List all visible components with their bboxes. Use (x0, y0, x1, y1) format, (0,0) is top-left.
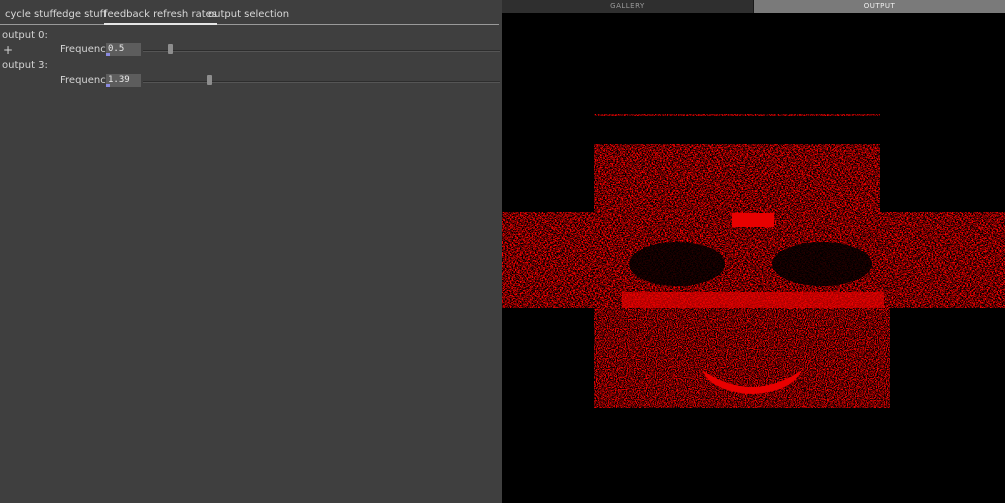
control-panel: cycle stuff edge stuff feedback refresh … (0, 0, 502, 503)
tab-output-selection[interactable]: output selection (208, 9, 289, 23)
image-eye-right (772, 242, 872, 286)
image-brow-highlight (732, 213, 774, 227)
image-eye-left (629, 242, 725, 286)
input-corner-icon (106, 84, 110, 87)
image-upper-block (594, 144, 880, 212)
output-3-frequency-row: Frequency 1.39 (0, 74, 500, 88)
output-0-frequency-row: Frequency 0.5 (0, 43, 500, 57)
output-image (502, 14, 1005, 503)
tab-edge-stuff[interactable]: edge stuff (56, 9, 107, 23)
output-viewport[interactable] (502, 14, 1005, 503)
input-corner-icon (106, 53, 110, 56)
tab-feedback-refresh-rates[interactable]: feedback refresh rates (104, 9, 217, 25)
tab-bar: cycle stuff edge stuff feedback refresh … (0, 7, 499, 25)
output-0-label: output 0: (2, 30, 48, 41)
output-0-frequency-input[interactable]: 0.5 (106, 43, 141, 56)
output-3-label: output 3: (2, 60, 48, 71)
image-top-line (594, 114, 880, 116)
output-3-frequency-slider-handle[interactable] (207, 75, 213, 85)
frequency-label: Frequency (60, 44, 112, 55)
output-tab[interactable]: OUTPUT (754, 0, 1005, 13)
output-0-frequency-slider-handle[interactable] (167, 44, 173, 54)
image-cheek-highlight (622, 292, 884, 308)
preview-panel: GALLERY OUTPUT (502, 0, 1005, 503)
tab-cycle-stuff[interactable]: cycle stuff (5, 9, 56, 23)
view-tab-bar: GALLERY OUTPUT (502, 0, 1005, 13)
output-3-frequency-slider-track[interactable] (143, 81, 500, 83)
frequency-label: Frequency (60, 75, 112, 86)
gallery-tab[interactable]: GALLERY (502, 0, 754, 13)
output-3-frequency-input[interactable]: 1.39 (106, 74, 141, 87)
output-0-frequency-slider-track[interactable] (143, 50, 500, 52)
